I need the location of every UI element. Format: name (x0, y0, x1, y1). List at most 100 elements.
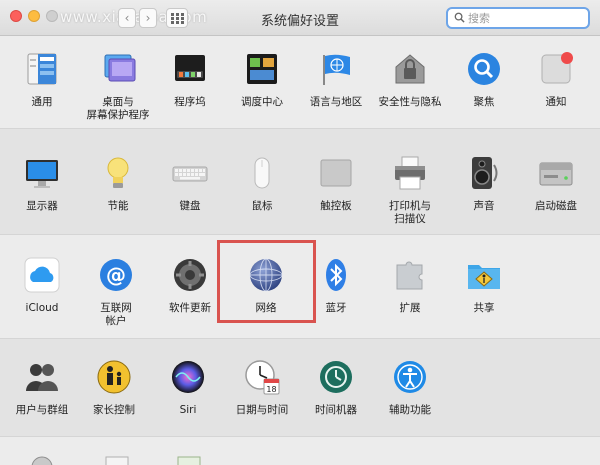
pref-label: 网络 (255, 302, 277, 314)
pref-parental-controls[interactable]: 家长控制 (76, 359, 152, 417)
pref-energy-saver[interactable]: 节能 (80, 155, 156, 213)
pref-desktop-screensaver[interactable]: 桌面与 屏幕保护程序 (80, 51, 156, 122)
navigation-buttons: ‹ › (118, 8, 158, 28)
pref-siri[interactable]: Siri (150, 359, 226, 417)
pref-extensions[interactable]: 扩展 (372, 257, 448, 315)
users-groups-icon (26, 364, 58, 391)
printers-scanners-icon (395, 156, 425, 190)
pref-software-update[interactable]: 软件更新 (152, 257, 228, 315)
pref-label: 家长控制 (93, 404, 135, 416)
sharing-icon (468, 265, 500, 289)
pref-label: 通知 (545, 96, 567, 108)
pref-label: 声音 (473, 200, 495, 212)
pref-dock[interactable]: 程序坞 (152, 51, 228, 109)
personal-section: 通用 桌面与 屏幕保护程序 程序坞 调度中心 语言与地区 安全性与隐私 聚焦 通… (0, 37, 600, 128)
pref-users-groups[interactable]: 用户与群组 (4, 359, 80, 417)
hardware-section: 显示器 节能 键盘 鼠标 触控板 打印机与 扫描仪 声音 启动磁盘 (0, 128, 600, 234)
back-button[interactable]: ‹ (118, 8, 136, 28)
pref-spotlight[interactable]: 聚焦 (446, 51, 522, 109)
partial-pref-icon[interactable] (104, 455, 130, 465)
pref-accessibility[interactable]: 辅助功能 (372, 359, 448, 417)
title-bar: www.xiazaiba.com ‹ › 系统偏好设置 (0, 0, 600, 36)
language-region-icon (323, 54, 350, 85)
spotlight-icon (468, 53, 500, 85)
desktop-screensaver-icon (104, 54, 136, 82)
pref-label: 显示器 (26, 200, 58, 212)
pref-label: 聚焦 (473, 96, 495, 108)
pref-network[interactable]: 网络 (228, 257, 304, 315)
extensions-icon (396, 261, 423, 290)
sound-icon (472, 157, 498, 189)
pref-label: 语言与地区 (309, 96, 363, 108)
siri-icon (172, 361, 204, 393)
close-window-button[interactable] (10, 10, 22, 22)
pref-language-region[interactable]: 语言与地区 (298, 51, 374, 109)
svg-text:@: @ (106, 263, 126, 287)
pref-startup-disk[interactable]: 启动磁盘 (518, 155, 594, 213)
system-section: 用户与群组 家长控制 Siri 18 日期与时间 时间机器 辅助功能 (0, 338, 600, 436)
parental-controls-icon (97, 360, 131, 394)
startup-disk-icon (539, 162, 573, 186)
trackpad-icon (320, 159, 352, 187)
security-privacy-icon (395, 54, 425, 84)
date-time-icon: 18 (245, 360, 280, 395)
partial-pref-icon[interactable] (30, 455, 54, 465)
pref-label: 辅助功能 (389, 404, 431, 416)
pref-label: 触控板 (320, 200, 352, 212)
network-icon (249, 258, 283, 292)
pref-trackpad[interactable]: 触控板 (298, 155, 374, 213)
other-section-partial (0, 436, 600, 465)
pref-label: 节能 (107, 200, 129, 212)
pref-label: 通用 (31, 96, 53, 108)
pref-notifications[interactable]: 通知 (518, 51, 594, 109)
internet-accounts-icon: @ (100, 259, 132, 291)
pref-internet-accounts[interactable]: @ 互联网 帐户 (78, 257, 154, 328)
pref-printers-scanners[interactable]: 打印机与 扫描仪 (372, 155, 448, 226)
icloud-icon (24, 257, 60, 293)
search-icon (454, 12, 465, 23)
pref-displays[interactable]: 显示器 (4, 155, 80, 213)
calendar-day-label: 18 (266, 385, 276, 394)
pref-label: 日期与时间 (235, 404, 289, 416)
pref-label: 键盘 (179, 200, 201, 212)
show-all-grid-button[interactable] (166, 8, 188, 28)
partial-pref-icon[interactable] (176, 455, 202, 465)
pref-date-time[interactable]: 18 日期与时间 (224, 359, 300, 417)
pref-label: 启动磁盘 (535, 200, 577, 212)
pref-keyboard[interactable]: 键盘 (152, 155, 228, 213)
pref-security-privacy[interactable]: 安全性与隐私 (372, 51, 448, 109)
displays-icon (26, 160, 58, 188)
pref-label: 桌面与 屏幕保护程序 (86, 96, 150, 121)
internet-wireless-section: iCloud @ 互联网 帐户 软件更新 网络 蓝牙 扩展 共享 (0, 234, 600, 338)
search-input[interactable] (468, 10, 583, 26)
software-update-icon (174, 259, 206, 291)
notifications-icon (541, 52, 573, 84)
bluetooth-icon (326, 259, 346, 291)
mission-control-icon (247, 54, 277, 84)
pref-general[interactable]: 通用 (4, 51, 80, 109)
pref-label: 时间机器 (315, 404, 357, 416)
pref-icloud[interactable]: iCloud (4, 257, 80, 315)
dock-icon (175, 55, 205, 81)
pref-mission-control[interactable]: 调度中心 (224, 51, 300, 109)
pref-bluetooth[interactable]: 蓝牙 (298, 257, 374, 315)
pref-label: Siri (179, 404, 197, 416)
energy-saver-icon (107, 157, 129, 188)
pref-label: 调度中心 (241, 96, 283, 108)
pref-label: 鼠标 (251, 200, 273, 212)
search-field[interactable] (446, 7, 590, 29)
pref-label: 用户与群组 (15, 404, 69, 416)
pref-label: 软件更新 (169, 302, 211, 314)
accessibility-icon (394, 361, 426, 393)
keyboard-icon (172, 166, 208, 182)
pref-label: 蓝牙 (325, 302, 347, 314)
pref-label: 扩展 (399, 302, 421, 314)
zoom-window-button[interactable] (46, 10, 58, 22)
pref-time-machine[interactable]: 时间机器 (298, 359, 374, 417)
pref-sound[interactable]: 声音 (446, 155, 522, 213)
minimize-window-button[interactable] (28, 10, 40, 22)
pref-sharing[interactable]: 共享 (446, 257, 522, 315)
mouse-icon (254, 157, 270, 189)
forward-button[interactable]: › (139, 8, 157, 28)
pref-mouse[interactable]: 鼠标 (224, 155, 300, 213)
